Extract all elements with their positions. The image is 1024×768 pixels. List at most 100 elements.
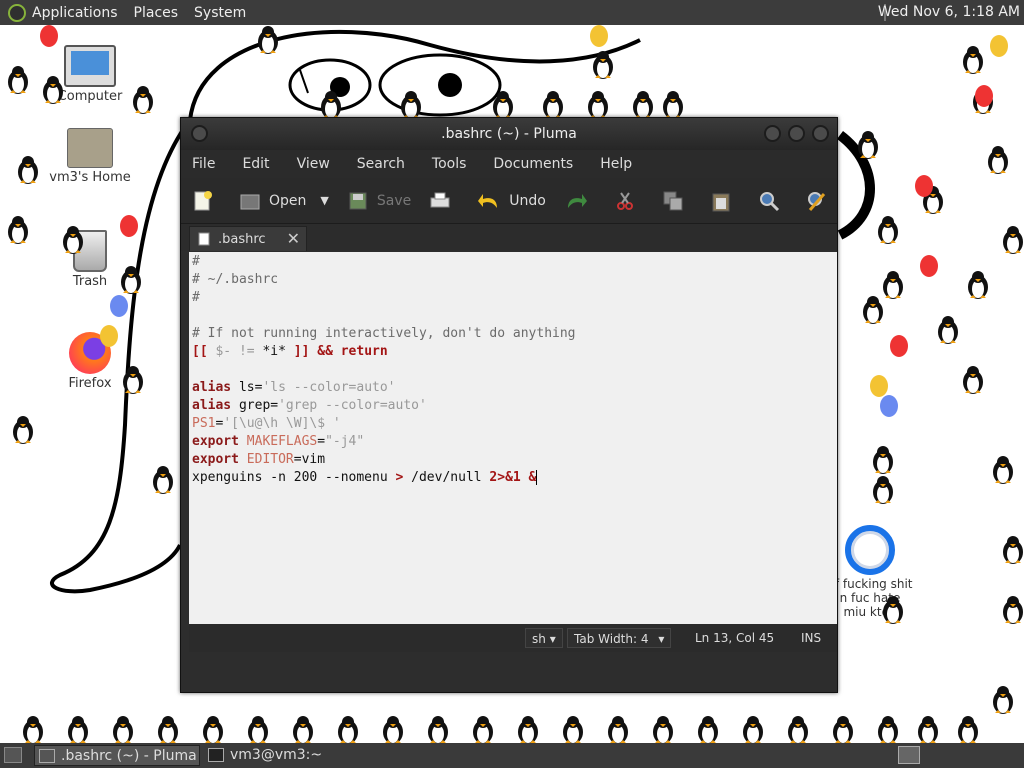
code-line: export EDITOR=vim <box>189 451 837 469</box>
print-button[interactable] <box>429 190 459 212</box>
code-token: =vim <box>293 452 326 467</box>
open-button[interactable]: Open ▼ <box>239 190 329 212</box>
tab-bashrc[interactable]: .bashrc ✕ <box>189 226 307 251</box>
code-line: # If not running interactively, don't do… <box>189 325 837 343</box>
redo-arrow-icon <box>567 193 587 208</box>
penguin-icon <box>863 296 883 324</box>
code-token: export <box>192 434 239 449</box>
penguin-icon <box>563 716 583 743</box>
penguin-icon <box>473 716 493 743</box>
cut-button[interactable] <box>614 190 644 212</box>
menu-file[interactable]: File <box>189 154 218 174</box>
menu-edit[interactable]: Edit <box>239 154 272 174</box>
penguin-icon <box>1003 536 1023 564</box>
workspace-switcher-icon[interactable] <box>898 746 920 764</box>
penguin-icon <box>321 91 341 119</box>
mate-logo-icon[interactable] <box>8 3 26 22</box>
insert-mode: INS <box>801 631 822 645</box>
clock[interactable]: Wed Nov 6, 1:18 AM <box>878 4 1020 20</box>
pluma-icon <box>39 749 55 763</box>
penguin-icon <box>293 716 313 743</box>
menu-places[interactable]: Places <box>134 5 179 21</box>
tab-width-selector[interactable]: Tab Width: 4 ▾ <box>567 628 672 648</box>
minimize-icon[interactable] <box>764 125 781 142</box>
code-line: export MAKEFLAGS="-j4" <box>189 433 837 451</box>
menu-search[interactable]: Search <box>354 154 408 174</box>
paste-button[interactable] <box>710 190 740 212</box>
undo-button[interactable]: Undo <box>477 190 546 212</box>
new-button[interactable] <box>191 190 221 212</box>
window-menu-icon[interactable] <box>191 125 208 142</box>
menu-view[interactable]: View <box>294 154 333 174</box>
desktop-icon-label: Computer <box>57 89 123 104</box>
paste-icon <box>712 193 730 211</box>
language-selector[interactable]: sh ▾ <box>525 628 563 648</box>
open-dropdown-icon[interactable]: ▼ <box>320 194 328 207</box>
task-label: .bashrc (~) - Pluma <box>61 748 197 764</box>
save-button[interactable]: Save <box>347 190 411 212</box>
redo-button[interactable] <box>564 190 596 212</box>
computer-icon <box>64 45 116 87</box>
code-line: [[ $- != *i* ]] && return <box>189 343 837 361</box>
window-titlebar[interactable]: .bashrc (~) - Pluma <box>181 118 837 150</box>
penguin-icon <box>993 686 1013 714</box>
penguin-icon <box>788 716 808 743</box>
close-tab-icon[interactable]: ✕ <box>287 229 300 248</box>
menu-help[interactable]: Help <box>597 154 635 174</box>
top-panel: Applications Places System Wed Nov 6, 1:… <box>0 0 1024 25</box>
penguin-icon <box>1003 226 1023 254</box>
penguin-icon <box>873 446 893 474</box>
penguin-icon <box>633 91 653 119</box>
penguin-icon <box>23 716 43 743</box>
save-icon <box>349 192 367 209</box>
toolbar: Open ▼ Save Undo <box>181 178 837 224</box>
code-token: /dev/null <box>403 470 490 485</box>
code-token: # <box>192 254 200 269</box>
close-icon[interactable] <box>812 125 829 142</box>
menu-system[interactable]: System <box>194 5 246 21</box>
desktop-icon-label: vm3's Home <box>49 170 131 185</box>
balloon-icon <box>990 35 1008 57</box>
penguin-icon <box>963 366 983 394</box>
penguin-icon <box>123 366 143 394</box>
penguin-icon <box>593 51 613 79</box>
penguin-icon <box>8 66 28 94</box>
penguin-icon <box>698 716 718 743</box>
penguin-icon <box>8 216 28 244</box>
penguin-icon <box>878 716 898 743</box>
menu-applications[interactable]: Applications <box>32 5 118 21</box>
desktop-icon-home[interactable]: vm3's Home <box>35 128 145 185</box>
penguin-icon <box>63 226 83 254</box>
show-desktop-icon[interactable] <box>4 747 22 763</box>
maximize-icon[interactable] <box>788 125 805 142</box>
penguin-icon <box>858 131 878 159</box>
penguin-icon <box>1003 596 1023 624</box>
penguin-icon <box>543 91 563 119</box>
balloon-icon <box>915 175 933 197</box>
menu-documents[interactable]: Documents <box>490 154 576 174</box>
menu-tools[interactable]: Tools <box>429 154 470 174</box>
taskbar-item-pluma[interactable]: .bashrc (~) - Pluma <box>34 745 200 766</box>
find-button[interactable] <box>758 190 788 212</box>
new-document-icon <box>194 190 212 210</box>
code-token: ls= <box>231 380 263 395</box>
penguin-icon <box>18 156 38 184</box>
code-token: 'ls --color=auto' <box>262 380 396 395</box>
open-folder-icon <box>240 194 260 209</box>
tab-label: .bashrc <box>218 231 266 247</box>
penguin-icon <box>158 716 178 743</box>
penguin-icon <box>113 716 133 743</box>
penguin-icon <box>428 716 448 743</box>
replace-button[interactable] <box>806 190 836 212</box>
code-token: "-j4" <box>325 434 365 449</box>
code-line: alias ls='ls --color=auto' <box>189 379 837 397</box>
taskbar-item-terminal[interactable]: vm3@vm3:~ <box>204 745 370 766</box>
open-label: Open <box>269 192 307 209</box>
code-token: # If not running interactively, don't do… <box>192 326 576 341</box>
code-token: xpenguins -n 200 --nomenu <box>192 470 396 485</box>
text-editor[interactable]: # # ~/.bashrc # # If not running interactiv… <box>189 252 837 624</box>
copy-button[interactable] <box>662 190 692 212</box>
copy-icon <box>663 191 683 210</box>
